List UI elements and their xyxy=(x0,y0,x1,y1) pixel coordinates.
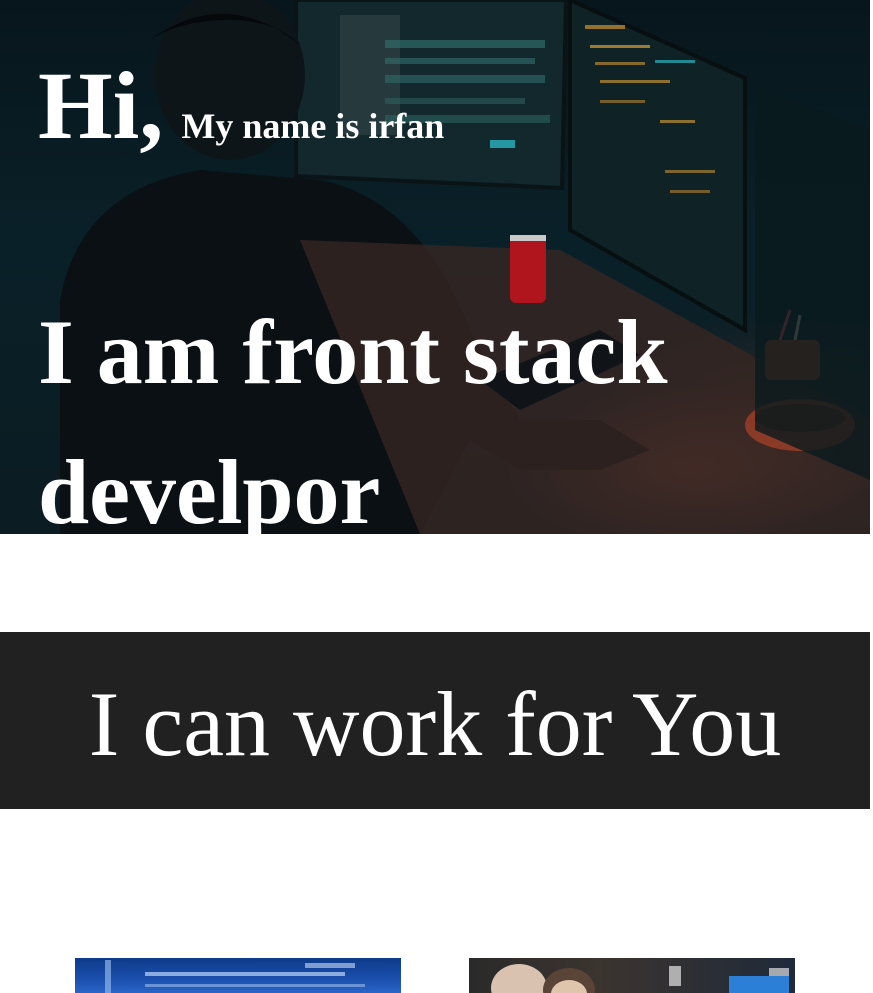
greeting-text: Hi, xyxy=(38,52,164,159)
services-title: I can work for You xyxy=(88,672,782,775)
card-image-team[interactable] xyxy=(469,958,795,993)
name-text: My name is irfan xyxy=(181,106,445,146)
team-at-computers-photo xyxy=(491,964,789,993)
server-room-photo xyxy=(105,960,365,993)
hero-section: Hi, My name is irfan I am front stack dev… xyxy=(0,0,870,534)
hero-headline: I am front stack develpor xyxy=(38,301,668,534)
card-image-server-room[interactable] xyxy=(75,958,401,993)
greeting-line: Hi, My name is irfan xyxy=(38,58,444,154)
services-banner: I can work for You xyxy=(0,632,870,809)
